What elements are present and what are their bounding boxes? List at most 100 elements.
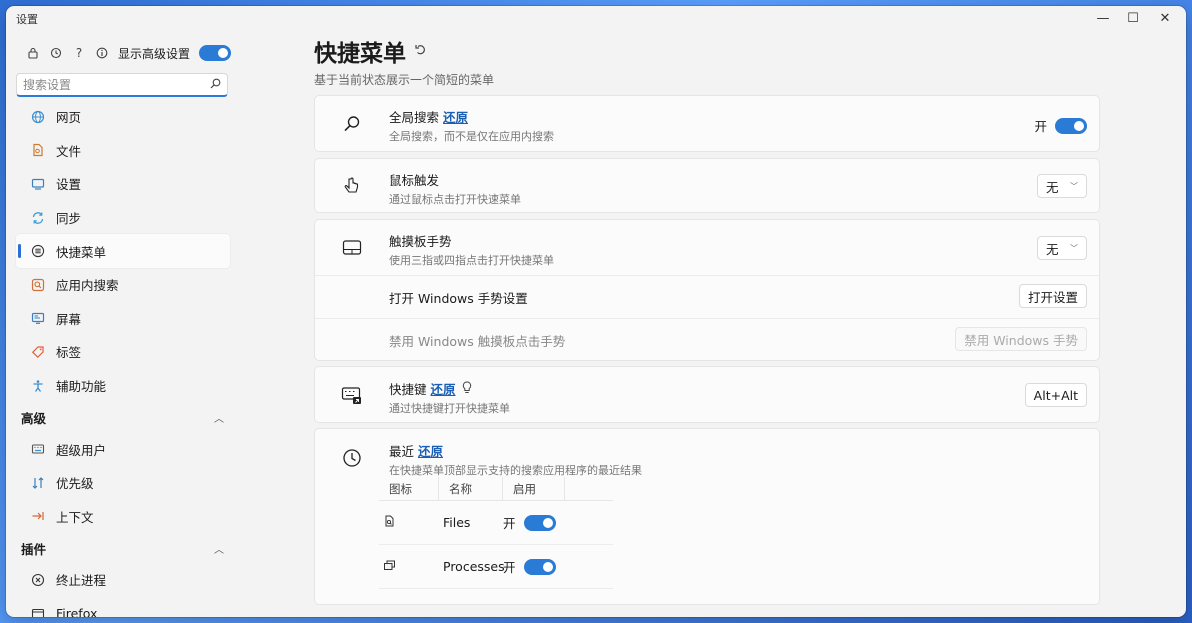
table-header: 图标 名称 启用 xyxy=(379,476,613,501)
tag-icon xyxy=(30,344,46,360)
clock-icon xyxy=(341,447,363,469)
page-subtitle: 基于当前状态展示一个简短的菜单 xyxy=(314,73,495,87)
processes-enable-toggle[interactable] xyxy=(523,558,556,575)
global-search-toggle[interactable] xyxy=(1055,117,1087,134)
minimize-button[interactable]: — xyxy=(1088,8,1118,28)
search-input[interactable] xyxy=(23,77,210,92)
touchpad-text: 触摸板手势 使用三指或四指点击打开快捷菜单 xyxy=(389,231,554,268)
chevron-up-icon[interactable]: ︿ xyxy=(214,410,224,425)
sidebar-item-priority[interactable]: 优先级 xyxy=(16,466,230,500)
accessibility-icon xyxy=(30,378,46,394)
keyboard-shortcut-icon xyxy=(341,385,363,407)
sidebar-item-screen[interactable]: 屏幕 xyxy=(16,302,230,336)
sidebar-item-super-user[interactable]: 超级用户 xyxy=(16,432,230,466)
sidebar-item-label: 同步 xyxy=(56,211,82,227)
section-advanced[interactable]: 高级 ︿ xyxy=(16,402,230,432)
sidebar-toolbar: ? 显示高级设置 xyxy=(26,44,232,62)
sidebar-item-context[interactable]: 上下文 xyxy=(16,500,230,534)
disable-gesture-text: 禁用 Windows 触摸板点击手势 xyxy=(389,331,565,350)
keyboard-icon xyxy=(30,441,46,457)
windows-copy-icon xyxy=(383,560,396,575)
global-search-reset-link[interactable]: 还原 xyxy=(443,107,468,126)
column-header-enabled: 启用 xyxy=(503,476,565,501)
undo-icon[interactable] xyxy=(414,43,427,60)
row-name: Processes xyxy=(443,559,505,574)
sidebar-item-label: 上下文 xyxy=(56,509,94,525)
shortcut-desc: 通过快捷键打开快捷菜单 xyxy=(389,402,510,415)
shortcut-card: 快捷键 还原 通过快捷键打开快捷菜单 Alt+Alt xyxy=(314,366,1100,423)
disable-gesture-title: 禁用 Windows 触摸板点击手势 xyxy=(389,334,566,349)
divider xyxy=(315,275,1099,276)
sidebar-item-label: 网页 xyxy=(56,110,82,126)
help-icon[interactable]: ? xyxy=(72,46,86,60)
info-icon[interactable] xyxy=(95,46,109,60)
main-content: 快捷菜单 基于当前状态展示一个简短的菜单 全局搜索 还原 全局搜索，而不是仅在应… xyxy=(314,30,1108,617)
section-plugins[interactable]: 插件 ︿ xyxy=(16,533,230,563)
recent-reset-link[interactable]: 还原 xyxy=(418,441,443,460)
recent-title: 最近 xyxy=(389,444,415,459)
sidebar-item-label: 超级用户 xyxy=(56,442,107,458)
sidebar-item-files[interactable]: 文件 xyxy=(16,134,230,168)
section-advanced-label: 高级 xyxy=(21,410,47,426)
global-search-card: 全局搜索 还原 全局搜索，而不是仅在应用内搜索 开 xyxy=(314,95,1100,152)
maximize-button[interactable]: ☐ xyxy=(1118,8,1148,28)
shortcut-title: 快捷键 xyxy=(389,382,427,397)
app-search-icon xyxy=(30,277,46,293)
shortcut-reset-link[interactable]: 还原 xyxy=(431,379,456,398)
sidebar-item-settings[interactable]: 设置 xyxy=(16,167,230,201)
open-settings-button[interactable]: 打开设置 xyxy=(1018,284,1087,308)
show-advanced-label: 显示高级设置 xyxy=(118,46,191,61)
search-box xyxy=(16,73,228,97)
chevron-down-icon: ﹀ xyxy=(1070,181,1078,191)
disable-windows-gesture-button[interactable]: 禁用 Windows 手势 xyxy=(955,327,1087,351)
mouse-trigger-dropdown[interactable]: 无 ﹀ xyxy=(1037,174,1087,198)
sidebar-item-label: 屏幕 xyxy=(56,311,82,327)
sidebar-item-sync[interactable]: 同步 xyxy=(16,201,230,235)
sidebar-item-label: 终止进程 xyxy=(56,573,107,589)
mouse-trigger-card: 鼠标触发 通过鼠标点击打开快速菜单 无 ﹀ xyxy=(314,158,1100,213)
file-icon xyxy=(30,142,46,158)
close-circle-icon xyxy=(30,572,46,588)
sidebar-item-kill-process[interactable]: 终止进程 xyxy=(16,563,230,597)
sidebar-item-accessibility[interactable]: 辅助功能 xyxy=(16,369,230,403)
sidebar-item-web[interactable]: 网页 xyxy=(16,100,230,134)
search-icon[interactable] xyxy=(210,78,221,92)
history-icon[interactable] xyxy=(49,46,63,60)
sidebar-item-in-app-search[interactable]: 应用内搜索 xyxy=(16,268,230,302)
chevron-up-icon[interactable]: ︿ xyxy=(214,541,224,556)
global-search-state: 开 xyxy=(1034,119,1047,134)
mouse-trigger-value: 无 xyxy=(1046,179,1059,195)
touchpad-value: 无 xyxy=(1046,241,1059,257)
row-name: Files xyxy=(443,515,471,530)
recent-text: 最近 还原 在快捷菜单顶部显示支持的搜索应用程序的最近结果 xyxy=(389,441,642,478)
files-enable-toggle[interactable] xyxy=(523,514,556,531)
sidebar-item-label: 辅助功能 xyxy=(56,379,107,395)
sidebar-item-label: 文件 xyxy=(56,143,82,159)
mouse-trigger-title: 鼠标触发 xyxy=(389,173,440,188)
global-search-text: 全局搜索 还原 全局搜索，而不是仅在应用内搜索 xyxy=(389,107,554,144)
touchpad-dropdown[interactable]: 无 ﹀ xyxy=(1037,236,1087,260)
shortcut-key-button[interactable]: Alt+Alt xyxy=(1024,383,1087,407)
settings-window: 设置 — ☐ ✕ ? 显示高级设置 搜索设置 网页 文件 设置 同步 快捷菜单 … xyxy=(6,6,1186,617)
sidebar-item-label: 设置 xyxy=(56,177,82,193)
sidebar-item-quick-menu[interactable]: 快捷菜单 xyxy=(16,234,230,268)
title-bar: 设置 — ☐ ✕ xyxy=(6,6,1186,30)
row-state: 开 xyxy=(503,560,516,575)
firefox-icon xyxy=(30,606,46,617)
table-row: Files 开 xyxy=(379,501,613,545)
sidebar-item-label: 标签 xyxy=(56,345,82,361)
lightbulb-icon[interactable] xyxy=(462,380,472,397)
sidebar-item-tags[interactable]: 标签 xyxy=(16,335,230,369)
close-button[interactable]: ✕ xyxy=(1150,8,1180,28)
sidebar-item-firefox[interactable]: Firefox xyxy=(16,597,230,617)
arrow-right-bar-icon xyxy=(30,508,46,524)
global-search-control: 开 xyxy=(1034,116,1087,135)
screen-icon xyxy=(30,310,46,326)
open-gesture-settings-text: 打开 Windows 手势设置 xyxy=(389,288,528,307)
global-search-title: 全局搜索 xyxy=(389,110,440,125)
row-state: 开 xyxy=(503,516,516,531)
show-advanced-toggle[interactable] xyxy=(199,45,232,61)
touchpad-icon xyxy=(341,237,363,259)
lock-icon[interactable] xyxy=(26,46,40,60)
page-title-text: 快捷菜单 xyxy=(314,41,406,67)
